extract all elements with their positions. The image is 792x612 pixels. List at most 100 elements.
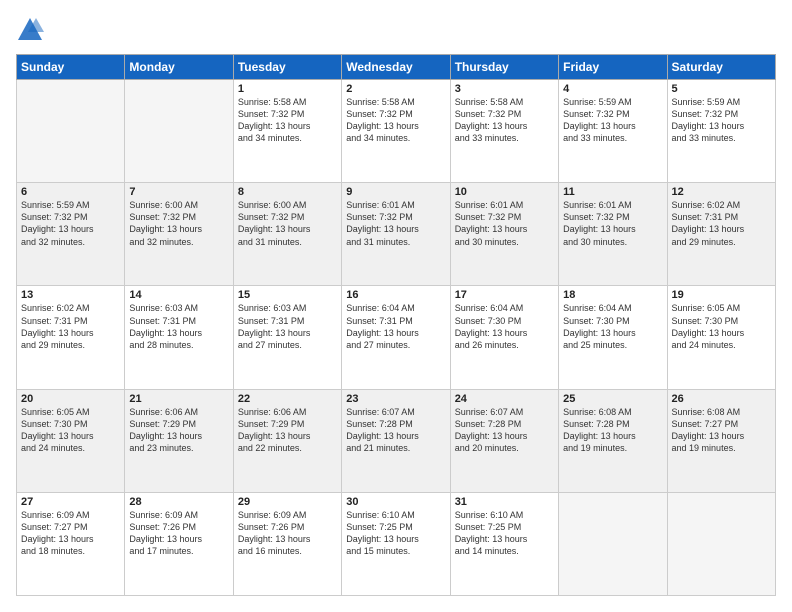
day-detail: Sunrise: 6:00 AMSunset: 7:32 PMDaylight:… — [238, 199, 337, 248]
day-number: 21 — [129, 393, 228, 405]
day-cell: 7Sunrise: 6:00 AMSunset: 7:32 PMDaylight… — [125, 183, 233, 286]
day-cell: 25Sunrise: 6:08 AMSunset: 7:28 PMDayligh… — [559, 389, 667, 492]
day-number: 19 — [672, 289, 771, 301]
day-detail: Sunrise: 6:10 AMSunset: 7:25 PMDaylight:… — [346, 509, 445, 558]
day-detail: Sunrise: 6:06 AMSunset: 7:29 PMDaylight:… — [129, 406, 228, 455]
day-cell: 8Sunrise: 6:00 AMSunset: 7:32 PMDaylight… — [233, 183, 341, 286]
day-cell: 13Sunrise: 6:02 AMSunset: 7:31 PMDayligh… — [17, 286, 125, 389]
day-detail: Sunrise: 6:05 AMSunset: 7:30 PMDaylight:… — [21, 406, 120, 455]
day-cell: 17Sunrise: 6:04 AMSunset: 7:30 PMDayligh… — [450, 286, 558, 389]
day-cell: 12Sunrise: 6:02 AMSunset: 7:31 PMDayligh… — [667, 183, 775, 286]
day-detail: Sunrise: 6:04 AMSunset: 7:31 PMDaylight:… — [346, 302, 445, 351]
day-detail: Sunrise: 5:58 AMSunset: 7:32 PMDaylight:… — [238, 96, 337, 145]
day-number: 3 — [455, 83, 554, 95]
day-number: 29 — [238, 496, 337, 508]
day-detail: Sunrise: 6:05 AMSunset: 7:30 PMDaylight:… — [672, 302, 771, 351]
day-cell: 26Sunrise: 6:08 AMSunset: 7:27 PMDayligh… — [667, 389, 775, 492]
week-row-1: 1Sunrise: 5:58 AMSunset: 7:32 PMDaylight… — [17, 80, 776, 183]
col-header-tuesday: Tuesday — [233, 55, 341, 80]
day-detail: Sunrise: 6:09 AMSunset: 7:27 PMDaylight:… — [21, 509, 120, 558]
day-cell: 5Sunrise: 5:59 AMSunset: 7:32 PMDaylight… — [667, 80, 775, 183]
day-number: 25 — [563, 393, 662, 405]
day-cell: 20Sunrise: 6:05 AMSunset: 7:30 PMDayligh… — [17, 389, 125, 492]
day-cell: 31Sunrise: 6:10 AMSunset: 7:25 PMDayligh… — [450, 492, 558, 595]
day-detail: Sunrise: 5:59 AMSunset: 7:32 PMDaylight:… — [672, 96, 771, 145]
day-number: 8 — [238, 186, 337, 198]
day-detail: Sunrise: 6:01 AMSunset: 7:32 PMDaylight:… — [563, 199, 662, 248]
day-number: 17 — [455, 289, 554, 301]
day-cell: 1Sunrise: 5:58 AMSunset: 7:32 PMDaylight… — [233, 80, 341, 183]
day-detail: Sunrise: 6:03 AMSunset: 7:31 PMDaylight:… — [238, 302, 337, 351]
day-detail: Sunrise: 6:07 AMSunset: 7:28 PMDaylight:… — [455, 406, 554, 455]
day-detail: Sunrise: 5:59 AMSunset: 7:32 PMDaylight:… — [21, 199, 120, 248]
day-detail: Sunrise: 6:09 AMSunset: 7:26 PMDaylight:… — [238, 509, 337, 558]
day-detail: Sunrise: 6:08 AMSunset: 7:28 PMDaylight:… — [563, 406, 662, 455]
day-detail: Sunrise: 6:03 AMSunset: 7:31 PMDaylight:… — [129, 302, 228, 351]
day-number: 22 — [238, 393, 337, 405]
day-cell — [559, 492, 667, 595]
day-cell: 9Sunrise: 6:01 AMSunset: 7:32 PMDaylight… — [342, 183, 450, 286]
day-number: 31 — [455, 496, 554, 508]
day-detail: Sunrise: 5:58 AMSunset: 7:32 PMDaylight:… — [346, 96, 445, 145]
page: SundayMondayTuesdayWednesdayThursdayFrid… — [0, 0, 792, 612]
day-cell: 22Sunrise: 6:06 AMSunset: 7:29 PMDayligh… — [233, 389, 341, 492]
day-cell: 11Sunrise: 6:01 AMSunset: 7:32 PMDayligh… — [559, 183, 667, 286]
day-detail: Sunrise: 5:58 AMSunset: 7:32 PMDaylight:… — [455, 96, 554, 145]
day-detail: Sunrise: 6:07 AMSunset: 7:28 PMDaylight:… — [346, 406, 445, 455]
day-number: 9 — [346, 186, 445, 198]
day-detail: Sunrise: 6:10 AMSunset: 7:25 PMDaylight:… — [455, 509, 554, 558]
logo — [16, 16, 48, 44]
day-cell: 18Sunrise: 6:04 AMSunset: 7:30 PMDayligh… — [559, 286, 667, 389]
day-detail: Sunrise: 6:04 AMSunset: 7:30 PMDaylight:… — [455, 302, 554, 351]
day-cell — [125, 80, 233, 183]
day-cell: 14Sunrise: 6:03 AMSunset: 7:31 PMDayligh… — [125, 286, 233, 389]
logo-icon — [16, 16, 44, 44]
day-number: 12 — [672, 186, 771, 198]
day-number: 24 — [455, 393, 554, 405]
day-cell: 6Sunrise: 5:59 AMSunset: 7:32 PMDaylight… — [17, 183, 125, 286]
day-number: 16 — [346, 289, 445, 301]
week-row-3: 13Sunrise: 6:02 AMSunset: 7:31 PMDayligh… — [17, 286, 776, 389]
day-detail: Sunrise: 6:02 AMSunset: 7:31 PMDaylight:… — [672, 199, 771, 248]
day-number: 5 — [672, 83, 771, 95]
day-cell — [17, 80, 125, 183]
day-number: 6 — [21, 186, 120, 198]
day-cell: 29Sunrise: 6:09 AMSunset: 7:26 PMDayligh… — [233, 492, 341, 595]
day-detail: Sunrise: 5:59 AMSunset: 7:32 PMDaylight:… — [563, 96, 662, 145]
day-cell: 4Sunrise: 5:59 AMSunset: 7:32 PMDaylight… — [559, 80, 667, 183]
day-cell: 21Sunrise: 6:06 AMSunset: 7:29 PMDayligh… — [125, 389, 233, 492]
day-number: 7 — [129, 186, 228, 198]
week-row-4: 20Sunrise: 6:05 AMSunset: 7:30 PMDayligh… — [17, 389, 776, 492]
day-detail: Sunrise: 6:09 AMSunset: 7:26 PMDaylight:… — [129, 509, 228, 558]
day-cell: 3Sunrise: 5:58 AMSunset: 7:32 PMDaylight… — [450, 80, 558, 183]
day-cell: 15Sunrise: 6:03 AMSunset: 7:31 PMDayligh… — [233, 286, 341, 389]
day-cell — [667, 492, 775, 595]
day-number: 11 — [563, 186, 662, 198]
day-number: 27 — [21, 496, 120, 508]
day-number: 26 — [672, 393, 771, 405]
header — [16, 16, 776, 44]
col-header-thursday: Thursday — [450, 55, 558, 80]
col-header-wednesday: Wednesday — [342, 55, 450, 80]
day-number: 2 — [346, 83, 445, 95]
day-cell: 27Sunrise: 6:09 AMSunset: 7:27 PMDayligh… — [17, 492, 125, 595]
header-row: SundayMondayTuesdayWednesdayThursdayFrid… — [17, 55, 776, 80]
calendar-table: SundayMondayTuesdayWednesdayThursdayFrid… — [16, 54, 776, 596]
day-cell: 24Sunrise: 6:07 AMSunset: 7:28 PMDayligh… — [450, 389, 558, 492]
day-detail: Sunrise: 6:04 AMSunset: 7:30 PMDaylight:… — [563, 302, 662, 351]
day-detail: Sunrise: 6:08 AMSunset: 7:27 PMDaylight:… — [672, 406, 771, 455]
day-number: 20 — [21, 393, 120, 405]
day-detail: Sunrise: 6:02 AMSunset: 7:31 PMDaylight:… — [21, 302, 120, 351]
day-number: 14 — [129, 289, 228, 301]
day-cell: 23Sunrise: 6:07 AMSunset: 7:28 PMDayligh… — [342, 389, 450, 492]
day-number: 30 — [346, 496, 445, 508]
day-number: 18 — [563, 289, 662, 301]
day-number: 4 — [563, 83, 662, 95]
day-number: 28 — [129, 496, 228, 508]
week-row-5: 27Sunrise: 6:09 AMSunset: 7:27 PMDayligh… — [17, 492, 776, 595]
day-detail: Sunrise: 6:01 AMSunset: 7:32 PMDaylight:… — [455, 199, 554, 248]
col-header-monday: Monday — [125, 55, 233, 80]
col-header-sunday: Sunday — [17, 55, 125, 80]
day-cell: 10Sunrise: 6:01 AMSunset: 7:32 PMDayligh… — [450, 183, 558, 286]
col-header-saturday: Saturday — [667, 55, 775, 80]
